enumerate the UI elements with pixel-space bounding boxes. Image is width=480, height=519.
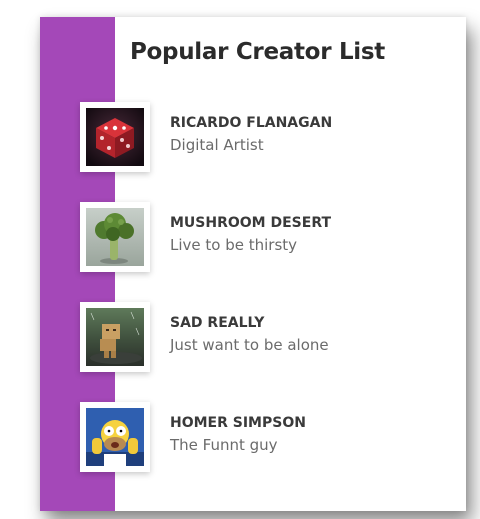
- avatar[interactable]: [80, 202, 150, 272]
- creator-role: The Funnt guy: [170, 436, 278, 454]
- creator-role: Digital Artist: [170, 136, 264, 154]
- cardboard-robot-image: [86, 308, 144, 366]
- creator-item-mushroom-desert[interactable]: MUSHROOM DESERT Live to be thirsty: [80, 202, 460, 272]
- creator-name[interactable]: MUSHROOM DESERT: [170, 215, 331, 231]
- creator-item-homer-simpson[interactable]: HOMER SIMPSON The Funnt guy: [80, 402, 460, 472]
- creator-role: Live to be thirsty: [170, 236, 298, 254]
- creator-name[interactable]: SAD REALLY: [170, 315, 264, 331]
- avatar[interactable]: [80, 102, 150, 172]
- red-dice-image: [86, 108, 144, 166]
- creator-name[interactable]: RICARDO FLANAGAN: [170, 115, 332, 131]
- homer-cartoon-image: [86, 408, 144, 466]
- card-title: Popular Creator List: [130, 39, 385, 65]
- avatar[interactable]: [80, 302, 150, 372]
- broccoli-image: [86, 208, 144, 266]
- creator-name[interactable]: HOMER SIMPSON: [170, 415, 306, 431]
- creator-list-card: Popular Creator List RICARDO FLANAGAN Di…: [40, 17, 466, 511]
- avatar[interactable]: [80, 402, 150, 472]
- creator-item-ricardo-flanagan[interactable]: RICARDO FLANAGAN Digital Artist: [80, 102, 460, 172]
- creator-role: Just want to be alone: [170, 336, 329, 354]
- creator-item-sad-really[interactable]: SAD REALLY Just want to be alone: [80, 302, 460, 372]
